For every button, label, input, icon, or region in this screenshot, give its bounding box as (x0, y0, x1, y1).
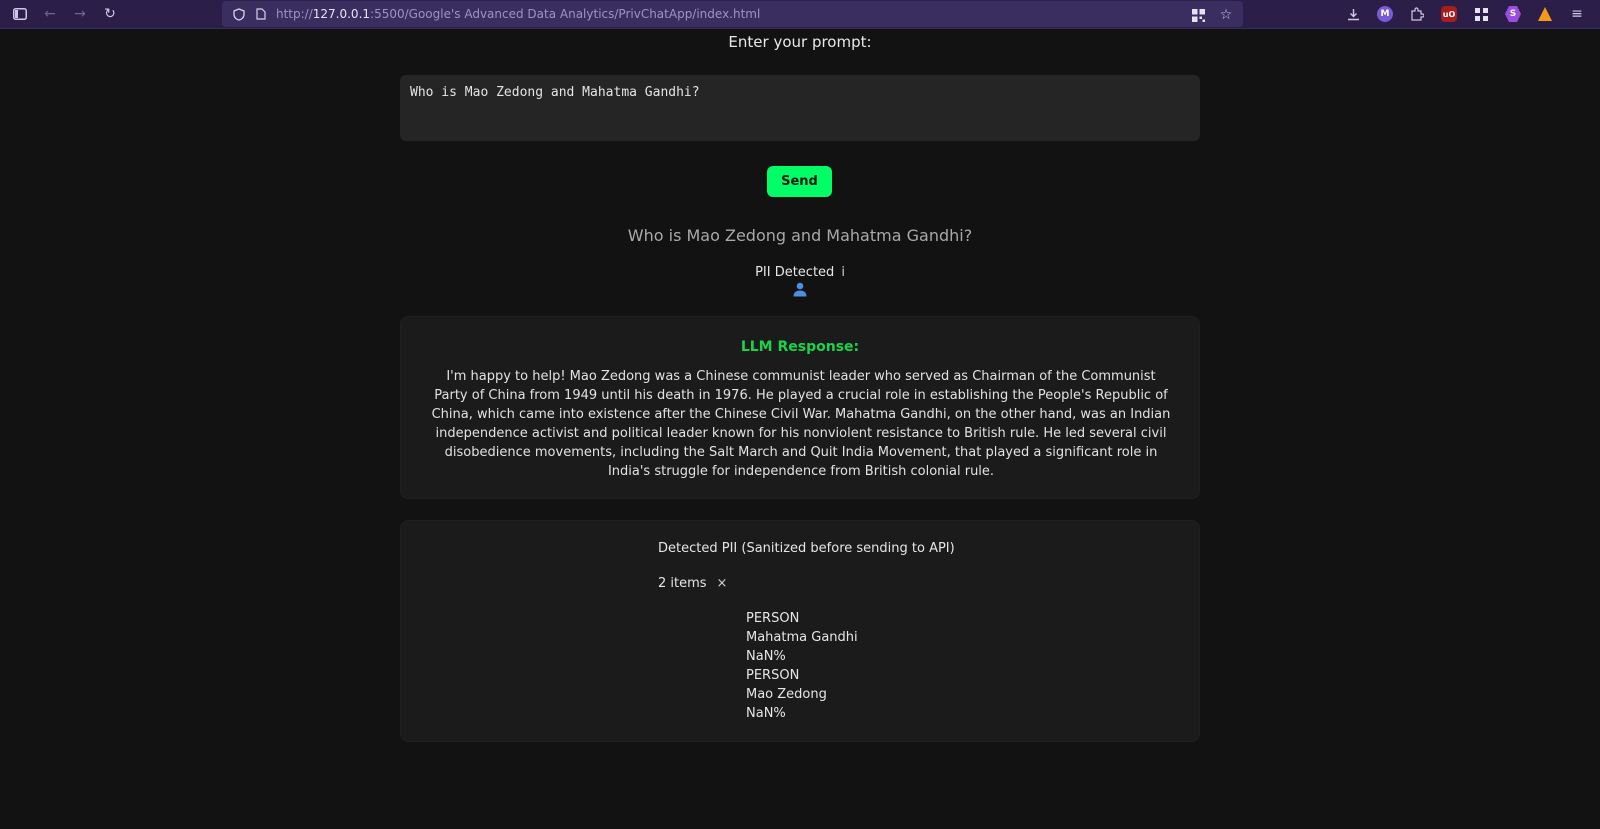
pii-list: PERSON Mahatma Gandhi NaN% PERSON Mao Ze… (746, 609, 858, 723)
pii-detected-label: PII Detected (755, 265, 835, 280)
forward-arrow-icon[interactable]: → (65, 2, 95, 26)
person-icon (792, 281, 808, 297)
reload-icon[interactable]: ↻ (95, 2, 125, 26)
pii-panel-title: Detected PII (Sanitized before sending t… (658, 541, 955, 556)
shield-icon[interactable] (228, 7, 250, 21)
pii-detected-indicator: PII Detected i (0, 265, 1600, 280)
prompt-label: Enter your prompt: (728, 33, 872, 51)
pii-value: Mahatma Gandhi (746, 630, 858, 645)
apps-grid-icon[interactable] (1468, 2, 1494, 26)
ublock-icon[interactable]: uO (1436, 2, 1462, 26)
close-icon[interactable]: × (717, 576, 728, 591)
detected-pii-card: Detected PII (Sanitized before sending t… (400, 520, 1200, 742)
vlc-cone-icon[interactable] (1532, 2, 1558, 26)
pii-count-label: 2 items (658, 576, 707, 591)
info-icon[interactable]: i (841, 265, 845, 280)
prompt-input[interactable]: Who is Mao Zedong and Mahatma Gandhi? (400, 75, 1200, 141)
llm-response-card: LLM Response: I'm happy to help! Mao Zed… (400, 316, 1200, 499)
extensions-puzzle-icon[interactable] (1404, 2, 1430, 26)
download-icon[interactable] (1340, 2, 1366, 26)
pii-value: Mao Zedong (746, 687, 827, 702)
pii-type: PERSON (746, 611, 800, 626)
llm-response-title: LLM Response: (740, 339, 860, 355)
send-button[interactable]: Send (767, 166, 832, 197)
back-arrow-icon[interactable]: ← (35, 2, 65, 26)
bookmark-star-icon[interactable]: ☆ (1215, 3, 1237, 27)
browser-toolbar: ← → ↻ http://127.0.0.1:5500/Google's Adv… (0, 0, 1600, 29)
pii-item-count: 2 items × (658, 576, 727, 591)
extension-hex-icon[interactable]: S (1500, 2, 1526, 26)
pii-type: PERSON (746, 668, 800, 683)
pii-score: NaN% (746, 706, 786, 721)
pii-score: NaN% (746, 649, 786, 664)
list-item: PERSON Mao Zedong NaN% (746, 666, 858, 723)
url-text[interactable]: http://127.0.0.1:5500/Google's Advanced … (276, 7, 760, 21)
llm-response-text: I'm happy to help! Mao Zedong was a Chin… (431, 369, 1171, 479)
page-icon (250, 8, 272, 20)
submitted-prompt-text: Who is Mao Zedong and Mahatma Gandhi? (627, 226, 973, 245)
qr-code-icon[interactable] (1187, 3, 1209, 27)
address-bar[interactable]: http://127.0.0.1:5500/Google's Advanced … (222, 1, 1243, 27)
list-item: PERSON Mahatma Gandhi NaN% (746, 609, 858, 666)
account-m-icon[interactable]: M (1372, 2, 1398, 26)
sidebar-toggle-icon[interactable] (5, 2, 35, 26)
menu-hamburger-icon[interactable]: ≡ (1564, 2, 1590, 26)
